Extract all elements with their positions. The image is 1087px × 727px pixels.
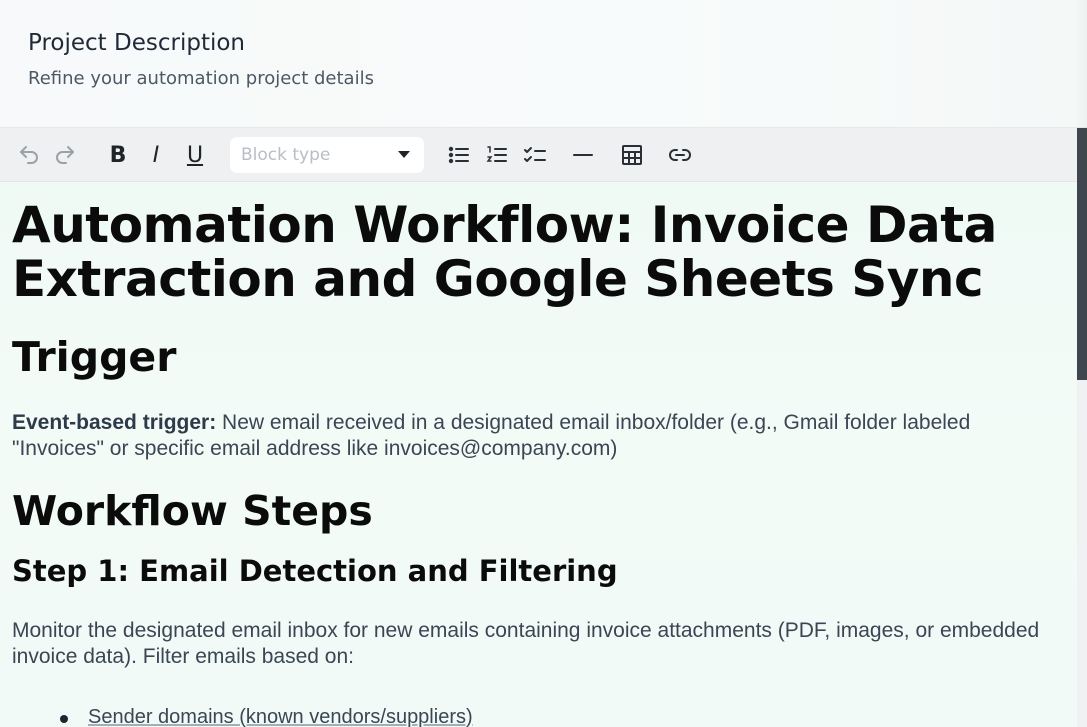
- list-item-text: Sender domains (known vendors/suppliers): [88, 706, 473, 727]
- horizontal-rule-icon[interactable]: [570, 142, 596, 168]
- trigger-paragraph: Event-based trigger: New email received …: [12, 410, 1052, 462]
- checklist-icon[interactable]: [522, 142, 548, 168]
- header-edge-shadow: [1075, 0, 1087, 128]
- bold-button[interactable]: B: [105, 142, 131, 168]
- editor-scrollbar-thumb[interactable]: [1077, 128, 1087, 380]
- panel-header: Project Description Refine your automati…: [0, 0, 1087, 128]
- bullet-list-icon[interactable]: [446, 142, 472, 168]
- heading-trigger: Trigger: [12, 333, 177, 381]
- block-type-placeholder: Block type: [241, 145, 331, 165]
- page-title: Project Description: [28, 30, 245, 56]
- italic-button[interactable]: I: [143, 142, 169, 168]
- underline-button[interactable]: U: [182, 142, 208, 168]
- editor-content[interactable]: Automation Workflow: Invoice Data Extrac…: [0, 182, 1077, 727]
- heading-workflow-steps: Workflow Steps: [12, 487, 373, 535]
- chevron-down-icon: [398, 151, 410, 158]
- bold-label: B: [109, 142, 127, 168]
- numbered-list-icon[interactable]: [484, 142, 510, 168]
- undo-icon[interactable]: [16, 142, 42, 168]
- table-icon[interactable]: [619, 142, 645, 168]
- list-item: Sender domains (known vendors/suppliers): [60, 704, 473, 727]
- italic-label: I: [152, 142, 160, 168]
- redo-icon[interactable]: [52, 142, 78, 168]
- trigger-label: Event-based trigger:: [12, 411, 217, 434]
- link-icon[interactable]: [667, 142, 693, 168]
- step1-paragraph: Monitor the designated email inbox for n…: [12, 619, 1040, 668]
- underline-label: U: [186, 142, 204, 168]
- block-type-select[interactable]: Block type: [230, 137, 424, 173]
- bullet-icon: [60, 715, 68, 723]
- document-title: Automation Workflow: Invoice Data Extrac…: [12, 196, 997, 308]
- heading-step-1: Step 1: Email Detection and Filtering: [12, 554, 618, 588]
- page-subtitle: Refine your automation project details: [28, 68, 374, 89]
